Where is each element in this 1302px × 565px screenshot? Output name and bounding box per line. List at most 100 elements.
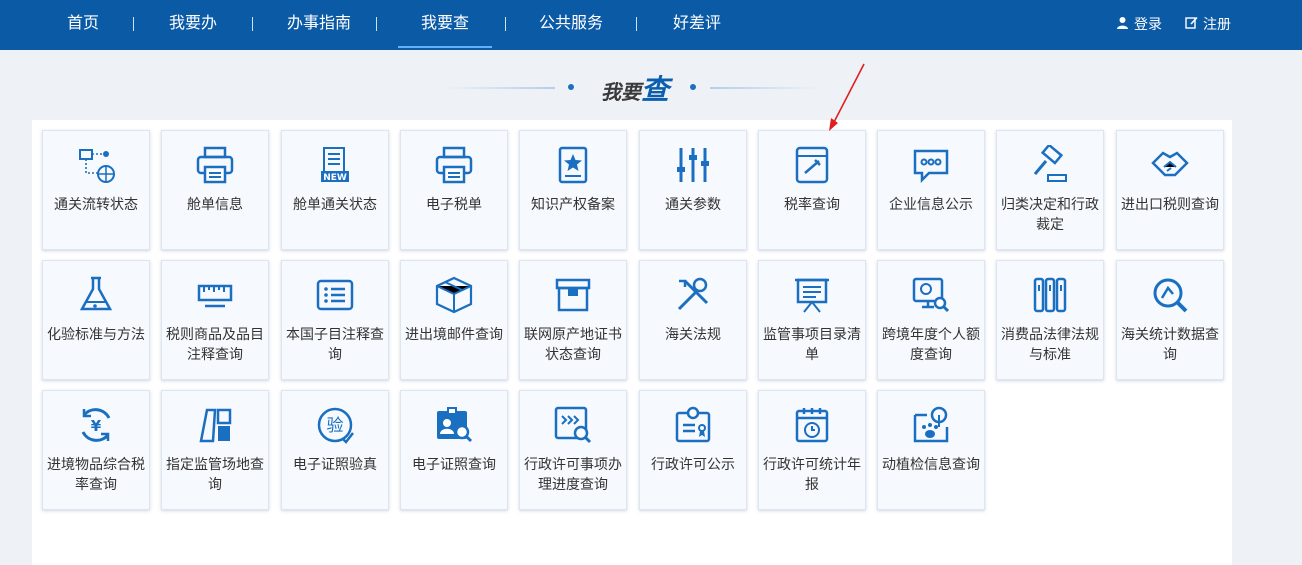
service-tile-label: 税则商品及品目注释查询 xyxy=(166,326,264,362)
title-decor-line xyxy=(445,87,555,89)
service-tile-label: 化验标准与方法 xyxy=(47,326,145,342)
monitor-search-icon xyxy=(911,275,951,315)
service-tile[interactable]: 指定监管场地查询 xyxy=(161,390,269,510)
nav-item-home[interactable]: 首页 xyxy=(52,0,114,48)
svg-text:¥: ¥ xyxy=(91,417,102,435)
service-tile-label: 海关法规 xyxy=(665,326,721,342)
nav-item-handle[interactable]: 我要办 xyxy=(158,0,228,48)
service-tile[interactable]: 化验标准与方法 xyxy=(42,260,150,380)
service-tile[interactable]: 企业信息公示 xyxy=(877,130,985,250)
service-tile[interactable]: 知识产权备案 xyxy=(519,130,627,250)
page-title: 我要查 xyxy=(600,74,669,105)
service-tile[interactable]: 行政许可公示 xyxy=(639,390,747,510)
service-tile[interactable]: 海关法规 xyxy=(639,260,747,380)
service-tile[interactable]: 进出口税则查询 xyxy=(1116,130,1224,250)
service-tile-label: 税率查询 xyxy=(784,196,840,212)
yuan-cycle-icon: ¥ xyxy=(76,405,116,445)
top-navigation-bar: 首页 我要办 办事指南 我要查 公共服务 好差评 登录 注册 xyxy=(0,0,1302,50)
nav-item-guide[interactable]: 办事指南 xyxy=(278,0,360,48)
service-tile[interactable]: 联网原产地证书状态查询 xyxy=(519,260,627,380)
register-link[interactable]: 注册 xyxy=(1185,14,1231,34)
service-tile-label: 本国子目注释查询 xyxy=(286,326,384,362)
service-tile[interactable]: 电子证照查询 xyxy=(400,390,508,510)
search-stats-icon xyxy=(1150,275,1190,315)
service-tile-label: 归类决定和行政裁定 xyxy=(1001,196,1099,232)
title-decor-dot xyxy=(690,84,696,90)
service-tile-label: 跨境年度个人额度查询 xyxy=(882,326,980,362)
nav-item-evaluation[interactable]: 好差评 xyxy=(662,0,732,48)
service-tile[interactable]: NEW 舱单通关状态 xyxy=(281,130,389,250)
nav-item-public-service[interactable]: 公共服务 xyxy=(528,0,614,48)
service-tile-label: 行政许可事项办理进度查询 xyxy=(524,456,622,492)
service-tile[interactable]: 税则商品及品目注释查询 xyxy=(161,260,269,380)
svg-text:NEW: NEW xyxy=(323,173,347,183)
query-services-panel: 通关流转状态 舱单信息 NEW 舱单通关状态 电子税单 知识产权备案 通关参数 税率查询 企业信… xyxy=(32,120,1232,565)
service-tile[interactable]: 舱单信息 xyxy=(161,130,269,250)
service-tile[interactable]: 动植检信息查询 xyxy=(877,390,985,510)
service-tile-label: 电子税单 xyxy=(426,196,482,212)
service-tile[interactable]: 跨境年度个人额度查询 xyxy=(877,260,985,380)
service-tile-label: 舱单信息 xyxy=(187,196,243,212)
service-tile-label: 进出口税则查询 xyxy=(1121,196,1219,212)
nav-separator xyxy=(252,17,253,31)
chat-bubble-icon xyxy=(911,145,951,185)
svg-text:验: 验 xyxy=(327,416,344,436)
nav-separator xyxy=(636,17,637,31)
nav-item-query[interactable]: 我要查 xyxy=(398,0,492,48)
books-icon xyxy=(1030,275,1070,315)
service-tile[interactable]: 电子税单 xyxy=(400,130,508,250)
easel-board-icon xyxy=(792,275,832,315)
service-tile-label: 监管事项目录清单 xyxy=(763,326,861,362)
service-tile[interactable]: 进出境邮件查询 xyxy=(400,260,508,380)
service-tile[interactable]: 验电子证照验真 xyxy=(281,390,389,510)
service-tile-label: 企业信息公示 xyxy=(889,196,973,212)
title-decor-dot xyxy=(568,84,574,90)
service-tile[interactable]: 行政许可统计年报 xyxy=(758,390,866,510)
service-tile-label: 舱单通关状态 xyxy=(293,196,377,212)
nav-separator xyxy=(133,17,134,31)
printer-icon xyxy=(195,145,235,185)
user-icon xyxy=(1116,14,1129,34)
service-tile-label: 指定监管场地查询 xyxy=(166,456,264,492)
network-icon xyxy=(76,145,116,185)
calendar-clock-icon xyxy=(792,405,832,445)
service-tile[interactable]: 监管事项目录清单 xyxy=(758,260,866,380)
list-card-icon xyxy=(315,275,355,315)
service-tile[interactable]: 税率查询 xyxy=(758,130,866,250)
service-tile-label: 通关参数 xyxy=(665,196,721,212)
service-tile[interactable]: 通关流转状态 xyxy=(42,130,150,250)
service-tile-label: 海关统计数据查询 xyxy=(1121,326,1219,362)
parcel-box-icon xyxy=(434,275,474,315)
section-title-bar: 我要查 xyxy=(0,70,1302,110)
red-arrow-annotation xyxy=(829,63,865,131)
service-tile-label: 行政许可统计年报 xyxy=(763,456,861,492)
service-tile[interactable]: 归类决定和行政裁定 xyxy=(996,130,1104,250)
sliders-icon xyxy=(673,145,713,185)
service-tile[interactable]: 行政许可事项办理进度查询 xyxy=(519,390,627,510)
service-tile[interactable]: 消费品法律法规与标准 xyxy=(996,260,1104,380)
edit-icon xyxy=(1185,14,1198,34)
verify-badge-icon: 验 xyxy=(315,405,355,445)
service-tile-label: 行政许可公示 xyxy=(651,456,735,472)
service-tile[interactable]: 海关统计数据查询 xyxy=(1116,260,1224,380)
service-tile[interactable]: ¥ 进境物品综合税率查询 xyxy=(42,390,150,510)
new-document-icon: NEW xyxy=(315,145,355,185)
paw-plant-icon xyxy=(911,405,951,445)
progress-search-icon xyxy=(553,405,593,445)
license-certificate-icon xyxy=(673,405,713,445)
handshake-icon xyxy=(1150,145,1190,185)
flask-icon xyxy=(76,275,116,315)
title-decor-line xyxy=(710,87,820,89)
star-certificate-icon xyxy=(553,145,593,185)
nav-separator xyxy=(376,17,377,31)
service-tile-label: 通关流转状态 xyxy=(54,196,138,212)
login-link[interactable]: 登录 xyxy=(1116,14,1162,34)
service-tile-label: 电子证照查询 xyxy=(412,456,496,472)
service-tile[interactable]: 本国子目注释查询 xyxy=(281,260,389,380)
service-tile-label: 消费品法律法规与标准 xyxy=(1001,326,1099,362)
service-tile[interactable]: 通关参数 xyxy=(639,130,747,250)
gavel-icon xyxy=(1030,143,1070,185)
login-label: 登录 xyxy=(1134,16,1162,32)
service-tile-label: 联网原产地证书状态查询 xyxy=(524,326,622,362)
tools-icon xyxy=(673,275,713,315)
